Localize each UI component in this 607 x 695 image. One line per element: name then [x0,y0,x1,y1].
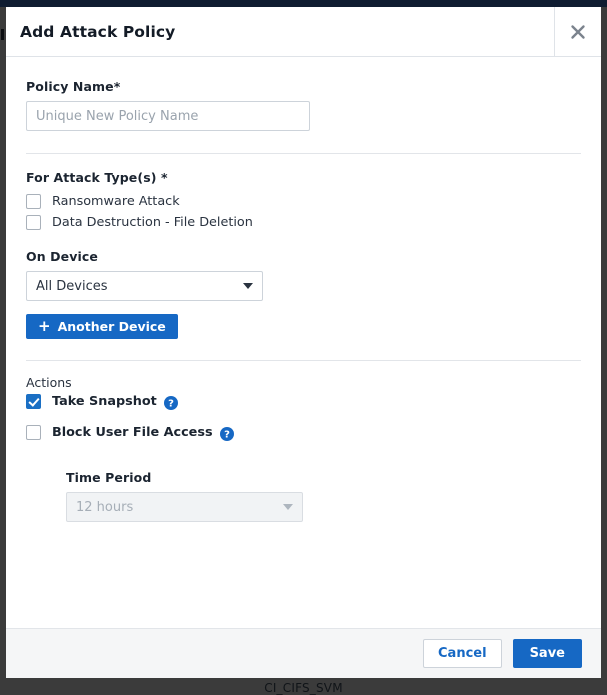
help-circle-icon-take-snapshot[interactable]: ? [164,395,178,409]
checkbox-data-destruction[interactable] [26,215,41,230]
checkbox-row-ransomware-attack[interactable]: Ransomware Attack [26,194,581,209]
checkbox-row-block-user-file-access[interactable]: Block User File Access ? [26,425,581,440]
time-period-label: Time Period [66,470,581,485]
checkbox-label-take-snapshot: Take Snapshot [52,394,157,409]
time-period-section: Time Period 12 hours [66,470,581,522]
svg-text:?: ? [224,429,230,440]
close-button[interactable] [554,7,601,56]
plus-icon: + [38,319,51,334]
dialog-footer: Cancel Save [6,628,601,678]
svg-text:?: ? [168,398,174,409]
cancel-button[interactable]: Cancel [423,639,502,668]
on-device-select-value: All Devices [36,279,243,294]
add-another-device-label: Another Device [58,319,166,334]
dialog-header: Add Attack Policy [6,7,601,57]
app-right-rail [601,7,607,678]
policy-name-section: Policy Name* [26,57,581,131]
add-another-device-button[interactable]: + Another Device [26,314,178,339]
app-top-bar [0,0,607,7]
checkbox-row-data-destruction[interactable]: Data Destruction - File Deletion [26,215,581,230]
close-icon [568,22,588,42]
on-device-select[interactable]: All Devices [26,271,263,301]
actions-label: Actions [26,375,581,390]
attack-types-section: For Attack Type(s) * Ransomware Attack D… [26,154,581,230]
attack-types-label: For Attack Type(s) * [26,170,581,185]
chevron-down-icon [243,283,253,289]
save-button[interactable]: Save [513,639,582,668]
chevron-down-icon-time-period [283,504,293,510]
add-attack-policy-dialog: Add Attack Policy Policy Name* For Attac… [6,7,601,678]
backdrop-obscured-text: CI_CIFS_SVM [0,681,607,695]
dialog-title: Add Attack Policy [6,7,554,56]
checkbox-block-user-file-access[interactable] [26,425,41,440]
checkbox-label-ransomware-attack: Ransomware Attack [52,194,180,209]
checkbox-ransomware-attack[interactable] [26,194,41,209]
help-circle-icon-block-user-file-access[interactable]: ? [220,426,234,440]
time-period-select[interactable]: 12 hours [66,492,303,522]
on-device-section: On Device All Devices + Another Device [26,236,581,339]
time-period-select-value: 12 hours [76,500,283,515]
checkbox-take-snapshot[interactable] [26,394,41,409]
left-rail-indicator [1,29,4,40]
policy-name-label: Policy Name* [26,79,581,94]
checkbox-row-take-snapshot[interactable]: Take Snapshot ? [26,394,581,409]
checkbox-label-block-user-file-access: Block User File Access [52,425,213,440]
checkbox-label-data-destruction: Data Destruction - File Deletion [52,215,253,230]
on-device-label: On Device [26,249,581,264]
dialog-body: Policy Name* For Attack Type(s) * Ransom… [6,57,601,628]
actions-section: Actions Take Snapshot ? Block User File … [26,361,581,522]
policy-name-input[interactable] [26,101,310,131]
